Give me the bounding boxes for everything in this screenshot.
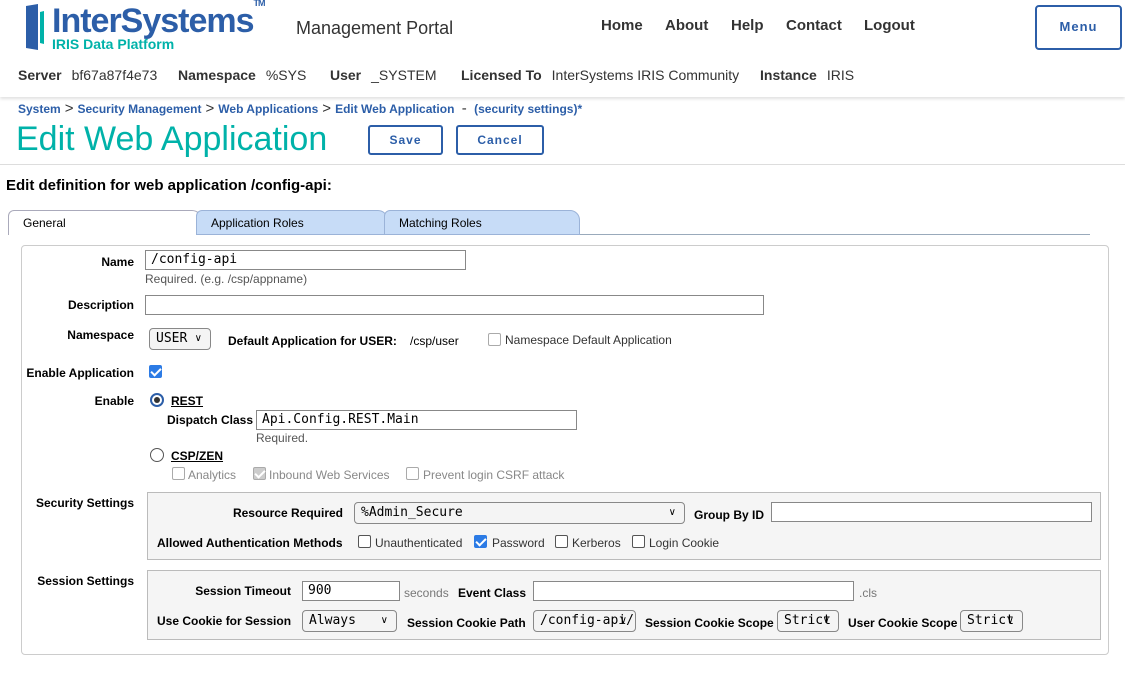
breadcrumb-security-management[interactable]: Security Management (77, 102, 201, 116)
nav-contact[interactable]: Contact (786, 17, 842, 34)
prevent-csrf-checkbox[interactable] (406, 467, 419, 480)
auth-login-cookie-checkbox[interactable] (632, 535, 645, 548)
page-title: Edit Web Application (16, 120, 328, 158)
cookie-path-label: Session Cookie Path (407, 616, 526, 630)
tab-application-roles[interactable]: Application Roles (196, 210, 388, 235)
default-app-label: Default Application for USER: (228, 334, 397, 348)
prevent-csrf-label: Prevent login CSRF attack (423, 468, 565, 482)
session-settings-label: Session Settings (37, 574, 134, 588)
event-class-label: Event Class (458, 586, 527, 600)
dispatch-class-hint: Required. (256, 431, 309, 445)
resource-required-label: Resource Required (232, 506, 343, 520)
cookie-scope-label: Session Cookie Scope (645, 616, 774, 630)
inbound-web-services-label: Inbound Web Services (269, 468, 390, 482)
name-hint: Required. (e.g. /csp/appname) (145, 272, 308, 286)
cancel-button[interactable]: Cancel (456, 125, 544, 155)
auth-kerberos-checkbox[interactable] (555, 535, 568, 548)
nav-home[interactable]: Home (601, 17, 643, 34)
default-app-value: /csp/user (410, 334, 459, 348)
menu-button[interactable]: Menu (1035, 5, 1122, 50)
session-timeout-label: Session Timeout (195, 584, 291, 598)
auth-password-label: Password (492, 536, 545, 550)
auth-unauthenticated-label: Unauthenticated (375, 536, 463, 550)
namespace-select[interactable]: USER ∨ (149, 328, 211, 350)
inbound-web-services-checkbox[interactable] (253, 467, 266, 480)
cls-suffix: .cls (859, 586, 877, 600)
analytics-label: Analytics (188, 468, 237, 482)
info-namespace: Namespace %SYS (178, 67, 307, 83)
seconds-label: seconds (404, 586, 449, 600)
use-cookie-label: Use Cookie for Session (157, 614, 292, 628)
description-label: Description (67, 298, 134, 312)
divider (0, 164, 1125, 165)
info-instance: Instance IRIS (760, 67, 855, 83)
chevron-down-icon: ∨ (619, 615, 627, 626)
header: InterSystemsTM IRIS Data Platform Manage… (0, 0, 1125, 97)
save-button[interactable]: Save (368, 125, 443, 155)
chevron-down-icon: ∨ (822, 615, 830, 626)
name-field[interactable]: /config-api (145, 250, 466, 270)
cookie-scope-select[interactable]: Strict ∨ (777, 610, 839, 632)
chevron-down-icon: ∨ (194, 333, 202, 344)
breadcrumb-edit-web-application[interactable]: Edit Web Application (335, 102, 454, 116)
auth-password-checkbox[interactable] (474, 535, 487, 548)
intersystems-logo-icon (26, 4, 44, 50)
tab-general[interactable]: General (8, 210, 202, 235)
user-cookie-scope-select[interactable]: Strict ∨ (960, 610, 1023, 632)
dispatch-class-label: Dispatch Class (166, 413, 253, 427)
csp-zen-radio[interactable] (150, 448, 164, 462)
session-timeout-field[interactable]: 900 (302, 581, 400, 601)
group-by-id-field[interactable] (771, 502, 1092, 522)
auth-kerberos-label: Kerberos (572, 536, 621, 550)
name-label: Name (101, 255, 134, 269)
auth-login-cookie-label: Login Cookie (649, 536, 720, 550)
dispatch-class-field[interactable]: Api.Config.REST.Main (256, 410, 577, 430)
ns-default-checkbox[interactable] (488, 333, 501, 346)
use-cookie-select[interactable]: Always ∨ (302, 610, 397, 632)
auth-unauthenticated-checkbox[interactable] (358, 535, 371, 548)
namespace-label: Namespace (67, 328, 134, 342)
rest-radio[interactable] (150, 393, 164, 407)
info-licensed: Licensed To InterSystems IRIS Community (461, 67, 740, 83)
nav-logout[interactable]: Logout (864, 17, 915, 34)
security-settings-label: Security Settings (35, 496, 134, 510)
chevron-down-icon: ∨ (1006, 615, 1014, 626)
enable-application-checkbox[interactable] (149, 365, 162, 378)
description-field[interactable] (145, 295, 764, 315)
breadcrumb-system[interactable]: System (18, 102, 61, 116)
info-server: Server bf67a87f4e73 (18, 67, 158, 83)
tab-matching-roles[interactable]: Matching Roles (384, 210, 580, 235)
chevron-down-icon: ∨ (380, 615, 388, 626)
rest-label[interactable]: REST (171, 394, 203, 408)
nav-about[interactable]: About (665, 17, 708, 34)
chevron-down-icon: ∨ (668, 507, 676, 518)
csp-zen-label[interactable]: CSP/ZEN (171, 449, 223, 463)
auth-methods-label: Allowed Authentication Methods (157, 536, 343, 550)
event-class-field[interactable] (533, 581, 854, 601)
user-cookie-scope-label: User Cookie Scope (848, 616, 958, 630)
enable-application-label: Enable Application (26, 366, 134, 380)
enable-label: Enable (94, 394, 134, 408)
portal-title: Management Portal (296, 18, 454, 38)
breadcrumb-security-settings[interactable]: (security settings)* (474, 102, 582, 116)
breadcrumb: System > Security Management > Web Applicati… (18, 100, 583, 117)
section-title: Edit definition for web application /con… (6, 177, 332, 194)
group-by-id-label: Group By ID (694, 508, 765, 522)
ns-default-label: Namespace Default Application (505, 333, 672, 347)
analytics-checkbox[interactable] (172, 467, 185, 480)
resource-required-select[interactable]: %Admin_Secure ∨ (354, 502, 685, 524)
breadcrumb-web-applications[interactable]: Web Applications (218, 102, 318, 116)
logo-subtitle: IRIS Data Platform (52, 36, 175, 52)
cookie-path-select[interactable]: /config-api/∨ (533, 610, 636, 632)
info-user: User _SYSTEM (330, 67, 437, 83)
nav-help[interactable]: Help (731, 17, 764, 34)
